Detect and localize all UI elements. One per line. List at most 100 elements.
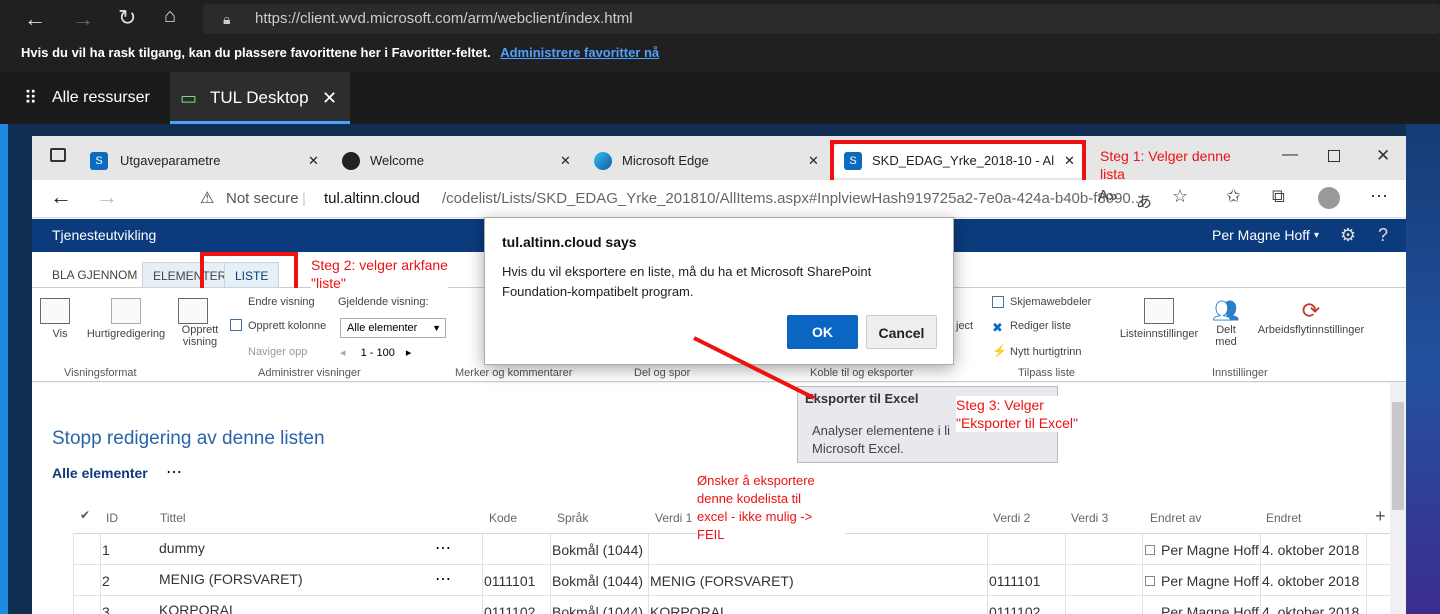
group-del: Del og spor (634, 367, 691, 379)
cell-verdi1: KORPORAL (650, 604, 728, 614)
cancel-button[interactable]: Cancel (866, 315, 937, 349)
edit-view-button[interactable]: Endre visning (248, 296, 315, 308)
inner-tab-edge[interactable]: Microsoft Edge ✕ (586, 144, 826, 178)
col-verdi1[interactable]: Verdi 1 (655, 511, 692, 525)
home-icon[interactable]: ⌂ (164, 5, 176, 28)
translate-icon[interactable]: あ (1136, 188, 1152, 212)
person-presence-icon (1145, 545, 1155, 555)
all-resources-button[interactable]: ⠿ Alle ressurser (0, 72, 170, 124)
manage-favorites-link[interactable]: Administrere favoritter nå (500, 45, 659, 60)
grid-col-line (648, 534, 649, 614)
step1-line1: Steg 1: Velger denne (1100, 148, 1231, 164)
minimize-icon[interactable]: — (1282, 146, 1298, 164)
close-icon[interactable]: ✕ (308, 144, 319, 178)
view-more-icon[interactable]: ⋯ (166, 462, 182, 482)
edit-list-button[interactable]: Rediger liste (1010, 320, 1071, 332)
refresh-icon[interactable]: ↻ (118, 5, 136, 31)
favorites-icon[interactable]: ✩ (1226, 186, 1241, 207)
cell-tittel[interactable]: MENIG (FORSVARET) (159, 571, 303, 587)
user-name: Per Magne Hoff (1212, 227, 1310, 243)
url-path: /codelist/Lists/SKD_EDAG_Yrke_201810/All… (442, 190, 1144, 207)
grid-col-line (482, 534, 483, 614)
inner-tab-welcome[interactable]: Welcome ✕ (334, 144, 578, 178)
favorite-add-icon[interactable]: ☆ (1172, 186, 1188, 207)
cell-endret-av[interactable]: Per Magne Hoff (1161, 604, 1259, 614)
col-tittel[interactable]: Tittel (160, 511, 186, 525)
cell-endret-av[interactable]: Per Magne Hoff (1161, 542, 1259, 558)
inner-address-bar[interactable]: ⚠ Not secure | tul.altinn.cloud /codelis… (184, 184, 1204, 214)
grid-col-line (550, 534, 551, 614)
user-menu[interactable]: Per Magne Hoff ▾ ⚙ ? (1202, 219, 1406, 252)
cell-endret: 4. oktober 2018 (1262, 573, 1360, 589)
wvd-desktop-tab[interactable]: ▭ TUL Desktop ✕ (170, 72, 350, 124)
cell-verdi1: MENIG (FORSVARET) (650, 573, 794, 589)
current-view-select[interactable]: Alle elementer ▼ (340, 318, 446, 338)
grid-col-line (987, 534, 988, 614)
navigate-up-button[interactable]: Naviger opp (248, 346, 307, 358)
quick-edit-label: Hurtigredigering (86, 328, 166, 340)
paging-control[interactable]: ◂ 1 - 100 ▸ (340, 344, 420, 362)
shared-with-button[interactable]: 👥︎ Delt med (1206, 298, 1246, 348)
view-name[interactable]: Alle elementer (52, 465, 148, 481)
view-icon (40, 298, 70, 324)
close-icon[interactable]: ✕ (322, 72, 337, 124)
create-column-button[interactable]: Opprett kolonne (248, 320, 326, 332)
inner-tab-utgaveparametre[interactable]: S Utgaveparametre ✕ (82, 144, 326, 178)
close-icon[interactable]: ✕ (560, 144, 571, 178)
list-settings-button[interactable]: Listeinnstillinger (1118, 298, 1200, 342)
grid-col-line (1142, 534, 1143, 614)
url-host: tul.altinn.cloud (324, 190, 420, 207)
cell-verdi2: 0111102 (989, 604, 1041, 614)
form-icon (992, 296, 1004, 308)
workflow-settings-button[interactable]: ⟳ Arbeidsflytinnstillinger (1254, 298, 1368, 336)
row-menu-icon[interactable]: ⋯ (435, 538, 451, 558)
add-column-icon[interactable]: + (1375, 506, 1386, 527)
export-note: Ønsker å eksportere denne kodelista til … (697, 472, 845, 544)
select-all-icon[interactable]: ✔ (80, 508, 90, 522)
row-menu-icon[interactable]: ⋯ (435, 569, 451, 589)
profile-avatar[interactable] (1318, 187, 1340, 209)
maximize-icon[interactable] (1328, 150, 1340, 162)
note-line4: FEIL (697, 527, 725, 542)
quick-edit-button[interactable]: Hurtigredigering (84, 298, 168, 342)
forward-icon[interactable]: → (96, 184, 118, 210)
welcome-icon (342, 152, 360, 170)
col-endret-av[interactable]: Endret av (1150, 511, 1201, 525)
cell-endret-av[interactable]: Per Magne Hoff (1161, 573, 1259, 589)
close-window-icon[interactable]: ✕ (1376, 146, 1390, 166)
create-view-button[interactable]: Opprett visning (178, 298, 222, 348)
grid-icon: ⠿ (24, 88, 38, 108)
more-icon[interactable]: ⋯ (1370, 186, 1388, 207)
vis-button[interactable]: Vis (40, 298, 80, 342)
col-sprak[interactable]: Språk (557, 511, 588, 525)
outer-address-bar[interactable]: 🔒︎ https://client.wvd.microsoft.com/arm/… (203, 4, 1440, 34)
stop-editing-link[interactable]: Stopp redigering av denne listen (52, 428, 325, 450)
back-icon[interactable]: ← (24, 6, 46, 32)
cell-tittel[interactable]: dummy (159, 540, 205, 556)
back-icon[interactable]: ← (50, 184, 72, 210)
collections-icon[interactable]: ⧉ (1272, 186, 1285, 207)
col-verdi3[interactable]: Verdi 3 (1071, 511, 1108, 525)
tab-actions-icon[interactable] (50, 148, 66, 162)
col-kode[interactable]: Kode (489, 511, 517, 525)
step2-note: Steg 2: velger arkfane "liste" (311, 256, 448, 292)
gear-icon[interactable]: ⚙ (1340, 219, 1356, 252)
form-webparts-button[interactable]: Skjemawebdeler (1010, 296, 1091, 308)
close-icon[interactable]: ✕ (808, 144, 819, 178)
paging-next-icon[interactable]: ▸ (406, 347, 412, 359)
site-title[interactable]: Tjenesteutvikling (52, 219, 156, 252)
help-icon[interactable]: ? (1378, 219, 1388, 252)
forward-icon[interactable]: → (72, 6, 94, 32)
read-aloud-icon[interactable]: A» (1098, 188, 1118, 206)
col-endret[interactable]: Endret (1266, 511, 1301, 525)
vis-label: Vis (52, 328, 68, 340)
favorites-text: Hvis du vil ha rask tilgang, kan du plas… (21, 45, 491, 60)
tab-bla-gjennom[interactable]: BLA GJENNOM (42, 262, 147, 288)
scrollbar-thumb[interactable] (1392, 402, 1404, 510)
col-verdi2[interactable]: Verdi 2 (993, 511, 1030, 525)
paging-prev-icon[interactable]: ◂ (340, 347, 346, 359)
new-quickstep-button[interactable]: Nytt hurtigtrinn (1010, 346, 1082, 358)
cell-tittel[interactable]: KORPORAL (159, 602, 237, 614)
inner-tab-label: Microsoft Edge (622, 153, 709, 168)
col-id[interactable]: ID (106, 511, 118, 525)
